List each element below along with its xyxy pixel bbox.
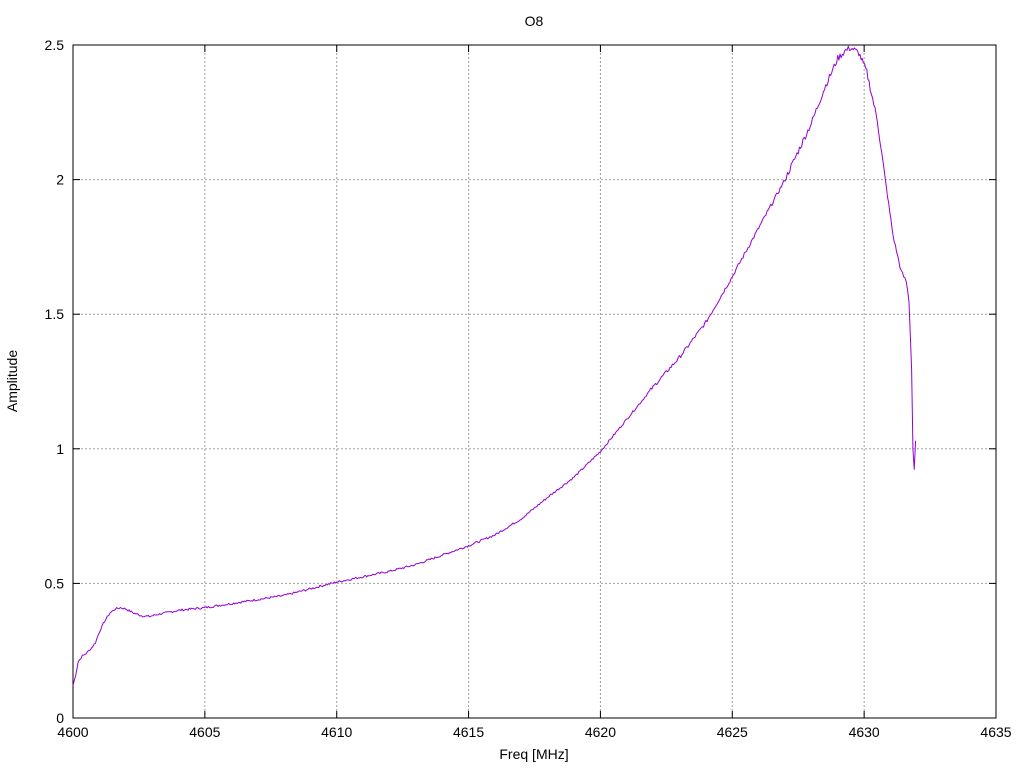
x-tick-label: 4615 <box>453 724 484 740</box>
x-tick-label: 4605 <box>189 724 220 740</box>
y-axis-label: Amplitude <box>4 350 20 412</box>
x-tick-label: 4635 <box>980 724 1011 740</box>
tick-layer: 4600 4605 4610 4615 4620 4625 4630 4635 0 0.5 1 1.5… <box>45 37 1012 740</box>
chart: 4600 4605 4610 4615 4620 4625 4630 4635 0 0.5 1 1.5… <box>4 13 1012 762</box>
series-layer <box>72 45 917 686</box>
y-tick-label: 2 <box>56 172 64 188</box>
y-tick-label: 0.5 <box>45 575 65 591</box>
x-axis-label: Freq [MHz] <box>499 746 568 762</box>
x-tick-label: 4600 <box>57 724 88 740</box>
y-tick-label: 2.5 <box>45 37 65 53</box>
y-tick-label: 0 <box>56 710 64 726</box>
x-tick-label: 4620 <box>585 724 616 740</box>
grid-layer <box>73 45 996 718</box>
chart-title: O8 <box>525 13 544 29</box>
plot-frame <box>72 44 997 719</box>
x-tick-label: 4630 <box>849 724 880 740</box>
x-tick-label: 4610 <box>321 724 352 740</box>
y-tick-label: 1.5 <box>45 306 65 322</box>
series-line-0 <box>72 45 917 686</box>
y-tick-label: 1 <box>56 441 64 457</box>
x-tick-label: 4625 <box>717 724 748 740</box>
